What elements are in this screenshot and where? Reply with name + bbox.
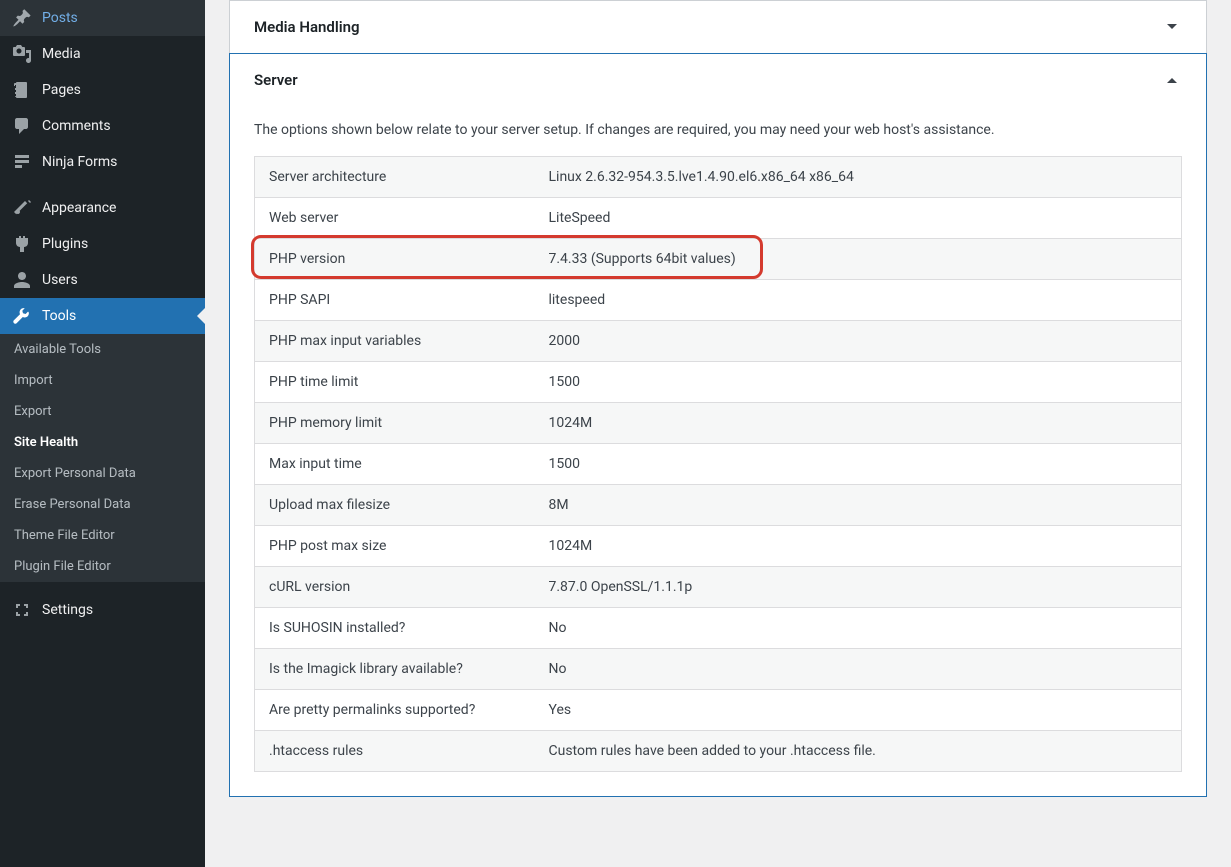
info-value: LiteSpeed: [535, 198, 1182, 239]
main-content: Media Handling Server The options shown …: [205, 0, 1231, 867]
info-label: Max input time: [255, 444, 535, 485]
info-label: Upload max filesize: [255, 485, 535, 526]
panel-description: The options shown below relate to your s…: [254, 122, 1182, 138]
info-label: PHP SAPI: [255, 280, 535, 321]
submenu-site-health[interactable]: Site Health: [0, 427, 205, 458]
sidebar-item-label: Tools: [42, 308, 76, 324]
submenu-plugin-file-editor[interactable]: Plugin File Editor: [0, 551, 205, 582]
panel-server: Server The options shown below relate to…: [229, 53, 1207, 797]
table-row: PHP SAPIlitespeed: [255, 280, 1182, 321]
sidebar-item-media[interactable]: Media: [0, 36, 205, 72]
info-label: .htaccess rules: [255, 731, 535, 772]
info-value: 2000: [535, 321, 1182, 362]
sidebar-item-label: Plugins: [42, 236, 88, 252]
sidebar-item-tools[interactable]: Tools: [0, 298, 205, 334]
submenu-theme-file-editor[interactable]: Theme File Editor: [0, 520, 205, 551]
submenu-erase-personal-data[interactable]: Erase Personal Data: [0, 489, 205, 520]
comment-icon: [12, 116, 32, 136]
info-value: Custom rules have been added to your .ht…: [535, 731, 1182, 772]
table-row: cURL version7.87.0 OpenSSL/1.1.1p: [255, 567, 1182, 608]
chevron-up-icon: [1162, 70, 1182, 90]
sidebar-item-label: Comments: [42, 118, 111, 134]
table-row: Is the Imagick library available?No: [255, 649, 1182, 690]
info-label: Web server: [255, 198, 535, 239]
info-value: No: [535, 649, 1182, 690]
panel-media-handling: Media Handling: [229, 0, 1207, 54]
info-label: Is SUHOSIN installed?: [255, 608, 535, 649]
submenu-import[interactable]: Import: [0, 365, 205, 396]
sidebar-item-label: Ninja Forms: [42, 154, 117, 170]
table-row: PHP max input variables2000: [255, 321, 1182, 362]
plug-icon: [12, 234, 32, 254]
panel-header-server[interactable]: Server: [230, 54, 1206, 106]
table-row: Upload max filesize8M: [255, 485, 1182, 526]
user-icon: [12, 270, 32, 290]
sidebar-item-ninja-forms[interactable]: Ninja Forms: [0, 144, 205, 180]
submenu-export[interactable]: Export: [0, 396, 205, 427]
submenu-available-tools[interactable]: Available Tools: [0, 334, 205, 365]
media-icon: [12, 44, 32, 64]
table-row: PHP memory limit1024M: [255, 403, 1182, 444]
table-row: PHP time limit1500: [255, 362, 1182, 403]
sidebar-item-users[interactable]: Users: [0, 262, 205, 298]
info-value: 1500: [535, 444, 1182, 485]
info-label: PHP time limit: [255, 362, 535, 403]
info-label: Server architecture: [255, 157, 535, 198]
table-row: Web serverLiteSpeed: [255, 198, 1182, 239]
sidebar-item-pages[interactable]: Pages: [0, 72, 205, 108]
info-label: PHP memory limit: [255, 403, 535, 444]
tools-submenu: Available Tools Import Export Site Healt…: [0, 334, 205, 582]
table-row: PHP version7.4.33 (Supports 64bit values…: [255, 239, 1182, 280]
menu-separator: [0, 180, 205, 190]
info-value: Linux 2.6.32-954.3.5.lve1.4.90.el6.x86_6…: [535, 157, 1182, 198]
info-value: 8M: [535, 485, 1182, 526]
sidebar-item-posts[interactable]: Posts: [0, 0, 205, 36]
sidebar-item-comments[interactable]: Comments: [0, 108, 205, 144]
brush-icon: [12, 198, 32, 218]
wrench-icon: [12, 306, 32, 326]
panel-title: Media Handling: [254, 18, 360, 36]
panel-header-media-handling[interactable]: Media Handling: [230, 1, 1206, 53]
sidebar-item-settings[interactable]: Settings: [0, 592, 205, 628]
settings-icon: [12, 600, 32, 620]
submenu-export-personal-data[interactable]: Export Personal Data: [0, 458, 205, 489]
sidebar-item-label: Users: [42, 272, 78, 288]
pages-icon: [12, 80, 32, 100]
table-row: Server architectureLinux 2.6.32-954.3.5.…: [255, 157, 1182, 198]
sidebar-item-label: Settings: [42, 602, 93, 618]
pin-icon: [12, 8, 32, 28]
server-info-table: Server architectureLinux 2.6.32-954.3.5.…: [254, 156, 1182, 772]
sidebar-item-label: Pages: [42, 82, 81, 98]
panel-title: Server: [254, 71, 298, 89]
info-value: 7.87.0 OpenSSL/1.1.1p: [535, 567, 1182, 608]
info-value: Yes: [535, 690, 1182, 731]
info-value: 1500: [535, 362, 1182, 403]
sidebar-item-appearance[interactable]: Appearance: [0, 190, 205, 226]
info-label: PHP max input variables: [255, 321, 535, 362]
info-value: 7.4.33 (Supports 64bit values): [535, 239, 1182, 280]
info-value: litespeed: [535, 280, 1182, 321]
info-label: Are pretty permalinks supported?: [255, 690, 535, 731]
info-value: 1024M: [535, 403, 1182, 444]
table-row: Are pretty permalinks supported?Yes: [255, 690, 1182, 731]
table-row: .htaccess rulesCustom rules have been ad…: [255, 731, 1182, 772]
table-row: Max input time1500: [255, 444, 1182, 485]
chevron-down-icon: [1162, 17, 1182, 37]
info-label: Is the Imagick library available?: [255, 649, 535, 690]
sidebar-item-label: Media: [42, 46, 81, 62]
table-row: Is SUHOSIN installed?No: [255, 608, 1182, 649]
info-value: 1024M: [535, 526, 1182, 567]
admin-sidebar: Posts Media Pages Comments Ninja Forms: [0, 0, 205, 867]
info-label: PHP version: [255, 239, 535, 280]
form-icon: [12, 152, 32, 172]
info-label: PHP post max size: [255, 526, 535, 567]
sidebar-item-label: Appearance: [42, 200, 116, 216]
info-value: No: [535, 608, 1182, 649]
sidebar-item-label: Posts: [42, 10, 78, 26]
panel-body: The options shown below relate to your s…: [230, 106, 1206, 796]
menu-separator: [0, 582, 205, 592]
table-row: PHP post max size1024M: [255, 526, 1182, 567]
info-label: cURL version: [255, 567, 535, 608]
sidebar-item-plugins[interactable]: Plugins: [0, 226, 205, 262]
